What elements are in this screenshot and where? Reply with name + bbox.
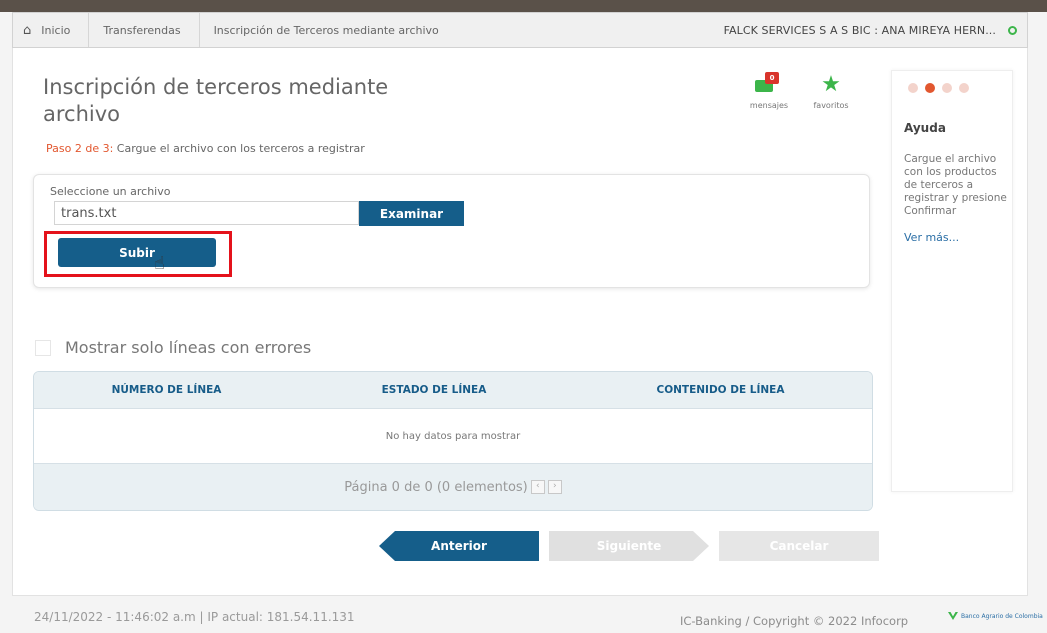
table-empty-message: No hay datos para mostrar <box>385 430 521 442</box>
next-button[interactable]: Siguiente <box>549 531 709 561</box>
chevron-right-icon[interactable]: › <box>547 480 562 494</box>
breadcrumb-home[interactable]: ⌂ Inicio <box>13 13 90 47</box>
breadcrumb-current: Inscripción de Terceros mediante archivo <box>200 13 457 47</box>
messages-count-badge: 0 <box>765 72 779 84</box>
cancel-button[interactable]: Cancelar <box>719 531 879 561</box>
errors-filter[interactable]: Mostrar solo líneas con errores <box>35 338 311 357</box>
top-band <box>0 0 1047 12</box>
bank-logo-icon <box>948 612 958 620</box>
bank-logo: Banco Agrario de Colombia <box>948 612 1043 620</box>
copyright: IC-Banking / Copyright © 2022 Infocorp <box>680 614 909 628</box>
messages-button[interactable]: 0 mensajes <box>745 72 793 110</box>
help-title: Ayuda <box>904 121 946 135</box>
file-select-label: Seleccione un archivo <box>50 185 171 198</box>
step-text: Cargue el archivo con los terceros a reg… <box>116 142 365 155</box>
step-indicator: Paso 2 de 3: Cargue el archivo con los t… <box>46 142 365 155</box>
main-panel: Inscripción de terceros mediante archivo… <box>12 48 1028 596</box>
breadcrumb-transfers[interactable]: Transferendas <box>89 13 200 47</box>
page-title: Inscripción de terceros mediante archivo <box>43 75 389 126</box>
upload-button[interactable]: Subir <box>58 238 216 267</box>
hand-pointer-icon: ☝ <box>154 253 165 274</box>
company-user-label: FALCK SERVICES S A S BIC : ANA MIREYA HE… <box>723 23 996 37</box>
browse-button[interactable]: Examinar <box>359 201 464 226</box>
home-icon: ⌂ <box>23 22 32 38</box>
favorites-button[interactable]: ★ favoritos <box>807 72 855 110</box>
inbox-icon: 0 <box>745 72 793 98</box>
help-panel: Ayuda Cargue el archivo con los producto… <box>891 70 1013 492</box>
table-pager: Página 0 de 0 (0 elementos) ‹ › <box>34 463 872 510</box>
step-number: Paso 2 de 3: <box>46 142 114 155</box>
column-line-content[interactable]: CONTENIDO DE LÍNEA <box>569 384 872 396</box>
breadcrumb: ⌂ Inicio Transferendas Inscripción de Te… <box>12 12 1028 48</box>
breadcrumb-transfers-label: Transferendas <box>103 23 181 37</box>
session-info: 24/11/2022 - 11:46:02 a.m | IP actual: 1… <box>34 610 355 624</box>
previous-button[interactable]: Anterior <box>379 531 539 561</box>
table-header: NÚMERO DE LÍNEA ESTADO DE LÍNEA CONTENID… <box>34 372 872 409</box>
pager-summary: Página 0 de 0 (0 elementos) <box>344 479 528 495</box>
help-text: Cargue el archivo con los productos de t… <box>904 153 1007 217</box>
session-status-icon <box>1008 25 1017 35</box>
carousel-dot[interactable] <box>942 83 952 93</box>
breadcrumb-current-label: Inscripción de Terceros mediante archivo <box>213 23 439 37</box>
breadcrumb-home-label: Inicio <box>41 23 71 37</box>
favorites-label: favoritos <box>813 101 849 110</box>
messages-label: mensajes <box>749 101 789 110</box>
help-more-link[interactable]: Ver más... <box>904 231 959 244</box>
star-icon: ★ <box>821 72 841 97</box>
upload-card: Seleccione un archivo Examinar Subir ☝ <box>33 174 870 288</box>
carousel-dot[interactable] <box>908 83 918 93</box>
carousel-dot-active[interactable] <box>925 83 935 93</box>
errors-only-checkbox[interactable] <box>35 339 51 356</box>
column-line-number[interactable]: NÚMERO DE LÍNEA <box>34 384 299 396</box>
errors-filter-label: Mostrar solo líneas con errores <box>65 338 312 357</box>
column-line-status[interactable]: ESTADO DE LÍNEA <box>299 384 569 396</box>
chevron-left-icon[interactable]: ‹ <box>530 480 545 494</box>
bank-logo-text: Banco Agrario de Colombia <box>961 612 1043 620</box>
lines-table: NÚMERO DE LÍNEA ESTADO DE LÍNEA CONTENID… <box>33 371 873 511</box>
footer: 24/11/2022 - 11:46:02 a.m | IP actual: 1… <box>0 596 1047 633</box>
file-name-input[interactable] <box>54 201 359 225</box>
carousel-dot[interactable] <box>959 83 969 93</box>
help-carousel-dots <box>908 83 969 93</box>
